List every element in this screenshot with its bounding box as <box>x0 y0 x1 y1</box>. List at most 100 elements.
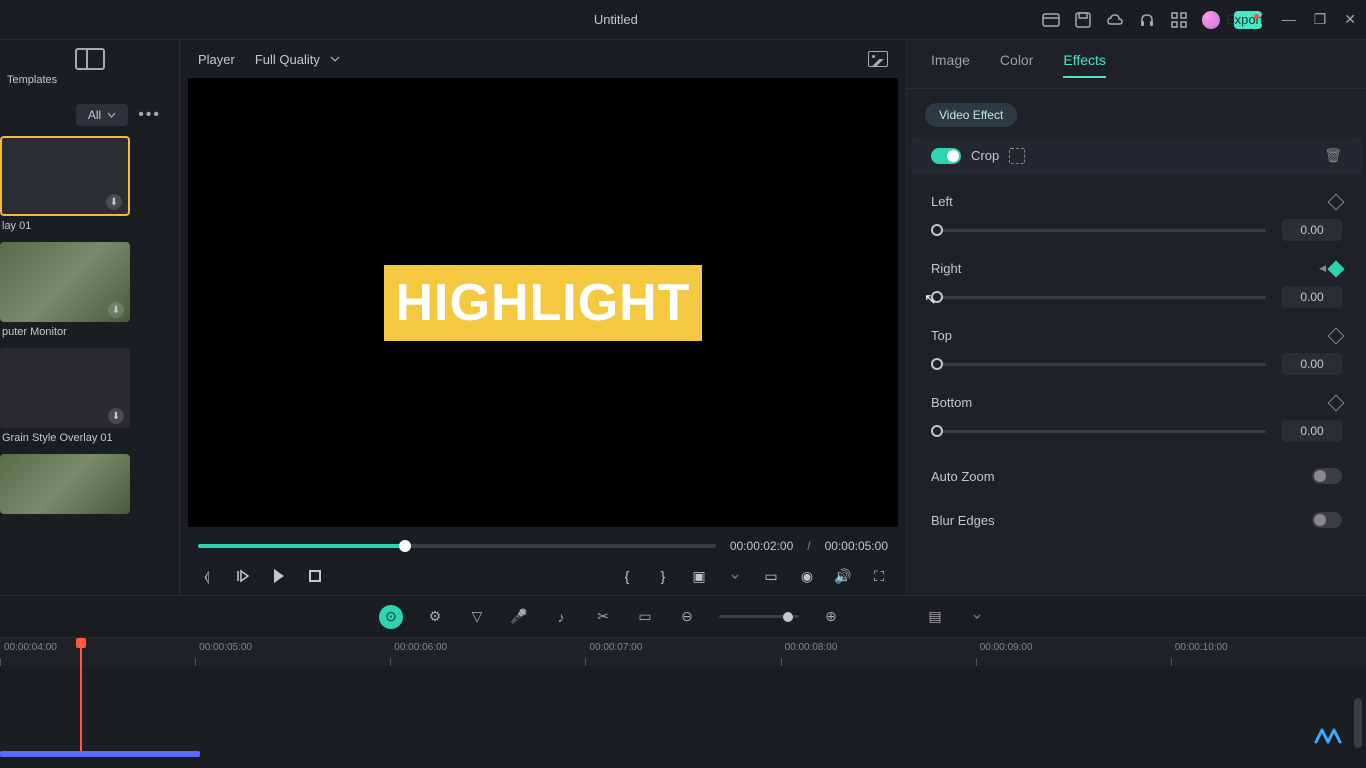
slider-track[interactable] <box>931 296 1266 299</box>
slider-right: Right ◀ 0.00 <box>907 253 1366 320</box>
marker-icon[interactable]: ▽ <box>467 607 487 627</box>
zoom-in-icon[interactable]: ⊕ <box>821 607 841 627</box>
zoom-out-icon[interactable]: ⊖ <box>677 607 697 627</box>
slider-value[interactable]: 0.00 <box>1282 420 1342 442</box>
download-icon[interactable]: ⬇ <box>106 194 122 210</box>
template-item[interactable] <box>0 454 173 514</box>
timeline-ruler[interactable]: 00:00:04:00 00:00:05:00 00:00:06:00 00:0… <box>0 638 1366 666</box>
chevron-down-icon[interactable] <box>726 567 744 585</box>
audio-icon[interactable]: ♪ <box>551 607 571 627</box>
crop-toggle[interactable] <box>931 148 961 164</box>
slider-track[interactable] <box>931 363 1266 366</box>
timeline[interactable]: 00:00:04:00 00:00:05:00 00:00:06:00 00:0… <box>0 637 1366 757</box>
template-name: puter Monitor <box>0 322 173 346</box>
template-item[interactable]: ⬇ puter Monitor <box>0 242 173 346</box>
zoom-slider[interactable] <box>719 615 799 618</box>
slider-top: Top 0.00 <box>907 320 1366 387</box>
export-label: Export <box>1226 12 1264 27</box>
ruler-mark: 00:00:04:00 <box>0 638 195 666</box>
mark-in-button[interactable]: { <box>618 567 636 585</box>
volume-icon[interactable]: 🔊 <box>834 567 852 585</box>
ruler-mark: 00:00:07:00 <box>585 638 780 666</box>
scrubber-handle[interactable] <box>399 540 411 552</box>
player-label: Player <box>198 52 235 67</box>
current-time: 00:00:02:00 <box>730 539 793 553</box>
chevron-down-icon[interactable] <box>967 607 987 627</box>
timeline-scrollbar[interactable] <box>1354 698 1362 748</box>
play-pause-button[interactable] <box>234 567 252 585</box>
gear-icon[interactable]: ⚙ <box>425 607 445 627</box>
keyframe-button[interactable] <box>1328 394 1345 411</box>
keyframe-button[interactable] <box>1328 260 1345 277</box>
delete-icon[interactable]: 🗑 <box>1324 147 1342 164</box>
prev-frame-button[interactable]: ⦉ <box>198 567 216 585</box>
template-item[interactable]: ⬇ lay 01 <box>0 136 173 240</box>
apps-icon[interactable] <box>1170 11 1188 29</box>
slider-handle[interactable] <box>931 425 943 437</box>
template-thumbnail[interactable]: ⬇ <box>0 348 130 428</box>
download-icon[interactable]: ⬇ <box>108 302 124 318</box>
video-effect-chip[interactable]: Video Effect <box>925 103 1017 127</box>
headphones-icon[interactable] <box>1138 11 1156 29</box>
play-button[interactable] <box>270 567 288 585</box>
export-button[interactable]: Export <box>1234 11 1262 29</box>
titlebar: Untitled Export — ❐ ✕ <box>0 0 1366 40</box>
templates-panel: Templates All ••• ⬇ lay 01 ⬇ puter Monit… <box>0 40 180 595</box>
snapshot-icon[interactable] <box>868 51 888 67</box>
quality-dropdown[interactable]: Full Quality <box>255 52 340 67</box>
template-item[interactable]: ⬇ Grain Style Overlay 01 <box>0 348 173 452</box>
ruler-mark: 00:00:05:00 <box>195 638 390 666</box>
mic-icon[interactable]: 🎤 <box>509 607 529 627</box>
slider-track[interactable] <box>931 229 1266 232</box>
playback-scrubber[interactable] <box>198 544 716 548</box>
template-thumbnail[interactable] <box>0 454 130 514</box>
tab-image[interactable]: Image <box>931 52 970 78</box>
stop-button[interactable] <box>306 567 324 585</box>
close-button[interactable]: ✕ <box>1344 11 1356 28</box>
properties-panel: Image Color Effects Video Effect Crop 🗑 … <box>906 40 1366 595</box>
save-icon[interactable] <box>1074 11 1092 29</box>
slider-value[interactable]: 0.00 <box>1282 286 1342 308</box>
more-icon[interactable]: ••• <box>138 106 161 124</box>
template-thumbnail[interactable]: ⬇ <box>0 242 130 322</box>
filter-dropdown[interactable]: All <box>76 104 128 126</box>
slider-handle[interactable] <box>931 358 943 370</box>
player-viewport[interactable]: HIGHLIGHT <box>188 78 898 527</box>
display-button[interactable]: ▭ <box>762 567 780 585</box>
cloud-icon[interactable] <box>1106 11 1124 29</box>
layout-icon[interactable] <box>1042 11 1060 29</box>
player-panel: Player Full Quality HIGHLIGHT 00:00:02:0… <box>180 40 906 595</box>
auto-zoom-toggle[interactable] <box>1312 468 1342 484</box>
slider-value[interactable]: 0.00 <box>1282 353 1342 375</box>
total-time: 00:00:05:00 <box>825 539 888 553</box>
magnet-icon[interactable]: ⊙ <box>379 605 403 629</box>
maximize-button[interactable]: ❐ <box>1314 11 1327 28</box>
slider-track[interactable] <box>931 430 1266 433</box>
camera-icon[interactable]: ◉ <box>798 567 816 585</box>
slider-value[interactable]: 0.00 <box>1282 219 1342 241</box>
cut-icon[interactable]: ✂ <box>593 607 613 627</box>
fullscreen-icon[interactable]: ⛶ <box>870 567 888 585</box>
templates-icon[interactable] <box>75 48 105 70</box>
track-view-icon[interactable]: ▤ <box>925 607 945 627</box>
tab-color[interactable]: Color <box>1000 52 1033 78</box>
playhead[interactable] <box>80 638 82 757</box>
slider-handle[interactable] <box>931 224 943 236</box>
frame-icon[interactable]: ▭ <box>635 607 655 627</box>
auto-zoom-label: Auto Zoom <box>931 469 995 484</box>
prev-keyframe-icon[interactable]: ◀ <box>1319 263 1326 274</box>
crop-tool-button[interactable]: ▣ <box>690 567 708 585</box>
keyframe-button[interactable] <box>1328 193 1345 210</box>
keyframe-button[interactable] <box>1328 327 1345 344</box>
timeline-clip[interactable] <box>0 751 200 757</box>
highlight-overlay: HIGHLIGHT <box>384 265 703 341</box>
blur-edges-toggle[interactable] <box>1312 512 1342 528</box>
minimize-button[interactable]: — <box>1282 11 1296 28</box>
slider-handle[interactable] <box>931 291 943 303</box>
crop-settings-icon[interactable] <box>1009 148 1025 164</box>
template-thumbnail[interactable]: ⬇ <box>0 136 130 216</box>
mark-out-button[interactable]: } <box>654 567 672 585</box>
avatar[interactable] <box>1202 11 1220 29</box>
tab-effects[interactable]: Effects <box>1063 52 1106 78</box>
download-icon[interactable]: ⬇ <box>108 408 124 424</box>
